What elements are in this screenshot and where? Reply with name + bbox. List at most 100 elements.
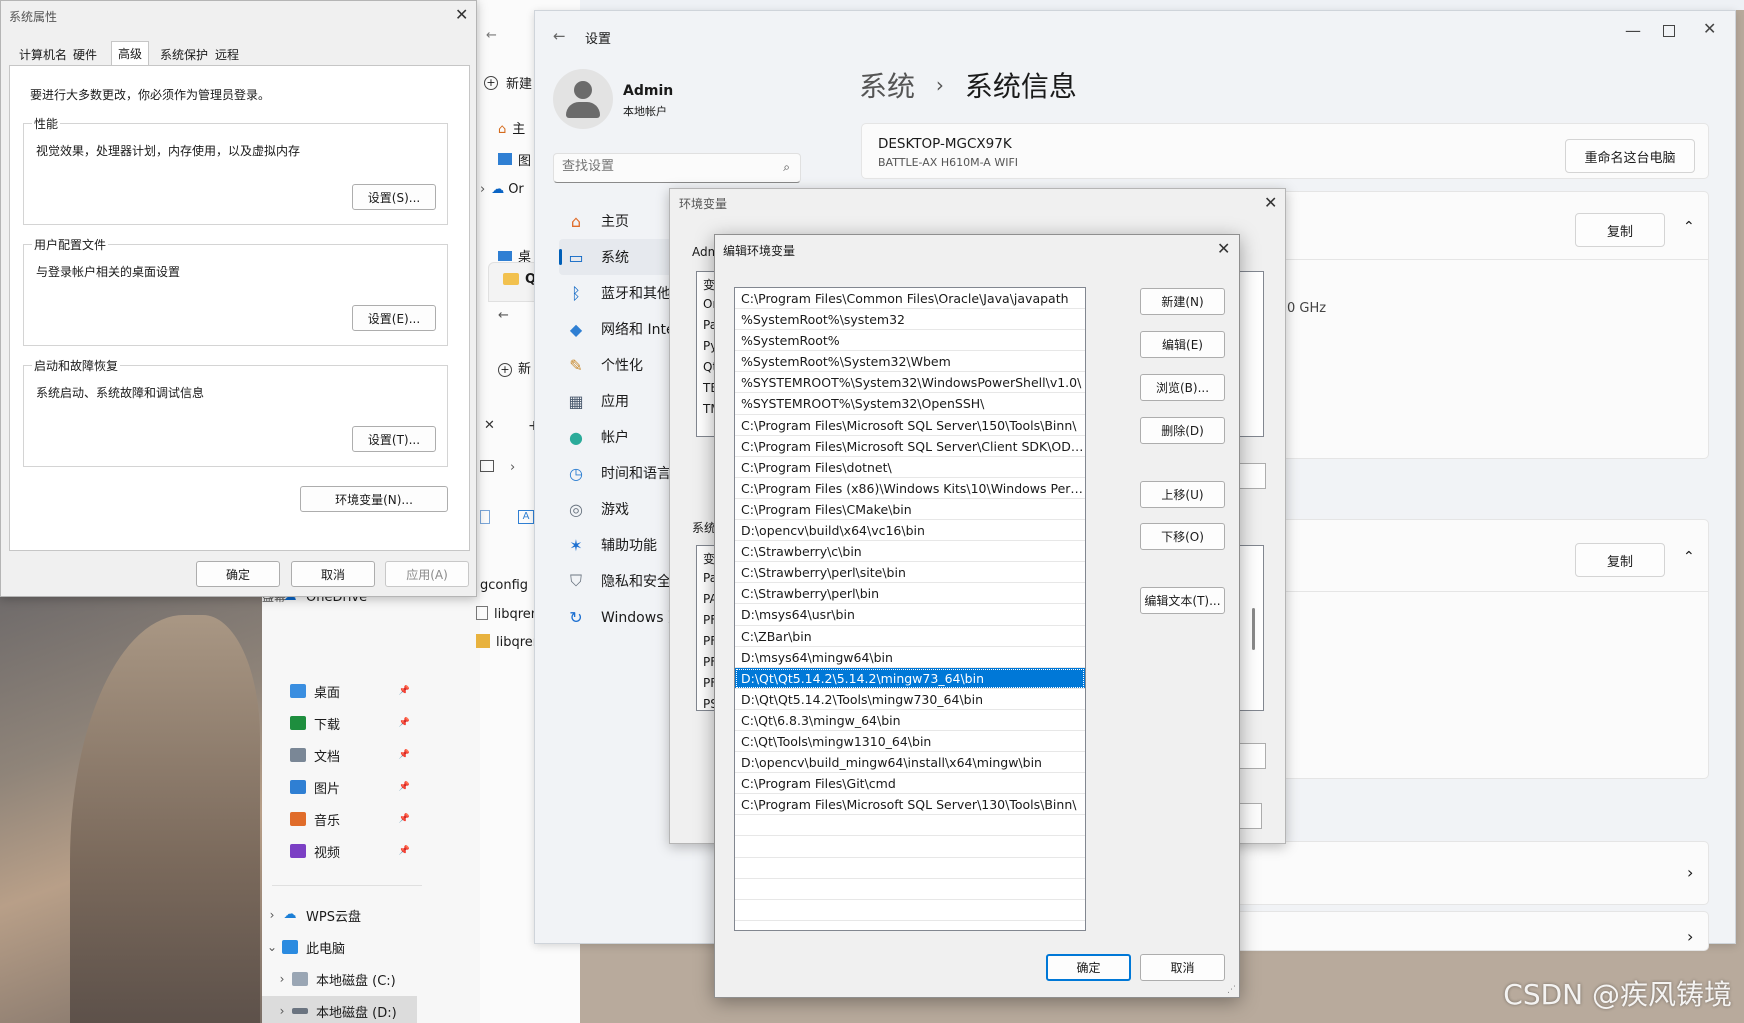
quick-item[interactable]: 桌面 📌 xyxy=(290,676,410,706)
empty-row[interactable] xyxy=(735,815,1085,837)
pin-icon[interactable]: 📌 xyxy=(399,686,410,696)
avatar[interactable] xyxy=(553,69,613,129)
quick-item[interactable]: 图片 📌 xyxy=(290,772,410,802)
nav-this-pc[interactable]: ⌄ 此电脑 xyxy=(262,932,412,962)
path-entry[interactable]: D:\msys64\mingw64\bin xyxy=(735,647,1085,668)
rename-icon[interactable]: A xyxy=(518,510,534,524)
path-entry[interactable]: D:\Qt\Qt5.14.2\Tools\mingw730_64\bin xyxy=(735,689,1085,710)
quick-item[interactable]: 下载 📌 xyxy=(290,708,410,738)
search-box[interactable]: ⌕ xyxy=(553,153,801,183)
breadcrumb-parent[interactable]: 系统 xyxy=(859,70,915,103)
environment-variables-button[interactable]: 环境变量(N)... xyxy=(300,486,448,512)
path-entry[interactable]: C:\Program Files\Common Files\Oracle\Jav… xyxy=(735,288,1085,310)
browse-button[interactable]: 浏览(B)... xyxy=(1140,374,1225,401)
nav-gallery[interactable]: 图 xyxy=(498,150,531,169)
path-entry[interactable]: C:\Strawberry\c\bin xyxy=(735,541,1085,563)
tab-0[interactable]: 计算机名 xyxy=(13,43,73,65)
edit-text-button[interactable]: 编辑文本(T)... xyxy=(1140,587,1225,614)
quick-item[interactable]: 视频 📌 xyxy=(290,836,410,866)
close-icon[interactable]: ✕ xyxy=(1217,239,1230,258)
close-tab-icon[interactable]: ✕ xyxy=(484,418,495,433)
tab-2[interactable]: 高级 xyxy=(111,41,150,66)
path-entry[interactable]: %SystemRoot%\system32 xyxy=(735,309,1085,331)
rename-pc-button[interactable]: 重命名这台电脑 xyxy=(1565,139,1695,173)
quick-item[interactable]: 文档 📌 xyxy=(290,740,410,770)
path-entry[interactable]: C:\Program Files\Microsoft SQL Server\13… xyxy=(735,794,1085,816)
empty-row[interactable] xyxy=(735,879,1085,900)
search-input[interactable] xyxy=(562,159,762,174)
pin-icon[interactable]: 📌 xyxy=(399,782,410,792)
quick-item[interactable]: 音乐 📌 xyxy=(290,804,410,834)
ok-button[interactable]: 确定 xyxy=(196,561,280,587)
path-entry[interactable]: C:\Program Files (x86)\Windows Kits\10\W… xyxy=(735,478,1085,499)
performance-settings-button[interactable]: 设置(S)... xyxy=(352,184,436,210)
path-entry[interactable]: D:\opencv\build_mingw64\install\x64\ming… xyxy=(735,752,1085,774)
related-link-card[interactable] xyxy=(1235,841,1709,905)
path-entry[interactable]: C:\Program Files\CMake\bin xyxy=(735,499,1085,521)
copy-specs-button[interactable]: 复制 xyxy=(1575,213,1665,247)
empty-row[interactable] xyxy=(735,858,1085,879)
scrollbar-thumb[interactable] xyxy=(1252,608,1255,650)
pin-icon[interactable]: 📌 xyxy=(399,814,410,824)
path-entry[interactable]: C:\ZBar\bin xyxy=(735,626,1085,647)
chevron-right-icon[interactable]: › xyxy=(1687,863,1693,882)
edit-entry-button[interactable]: 编辑(E) xyxy=(1140,331,1225,358)
path-entry[interactable]: %SystemRoot% xyxy=(735,330,1085,352)
chevron-up-icon[interactable]: ⌃ xyxy=(1683,549,1695,565)
pin-icon[interactable]: 📌 xyxy=(399,750,410,760)
path-entry[interactable]: %SYSTEMROOT%\System32\OpenSSH\ xyxy=(735,393,1085,415)
copy-windows-specs-button[interactable]: 复制 xyxy=(1575,543,1665,577)
nav-wps[interactable]: › ☁ WPS云盘 xyxy=(262,900,412,930)
chevron-up-icon[interactable]: ⌃ xyxy=(1683,219,1695,235)
move-down-button[interactable]: 下移(O) xyxy=(1140,523,1225,550)
delete-entry-button[interactable]: 删除(D) xyxy=(1140,417,1225,444)
path-entry[interactable]: C:\Program Files\Git\cmd xyxy=(735,773,1085,795)
tab-3[interactable]: 系统保护 xyxy=(154,43,214,65)
close-icon[interactable]: ✕ xyxy=(455,5,468,24)
path-entry[interactable]: C:\Strawberry\perl\bin xyxy=(735,583,1085,605)
copy-icon[interactable] xyxy=(480,510,490,524)
empty-row[interactable] xyxy=(735,900,1085,921)
new-button[interactable]: + 新建 xyxy=(484,73,532,92)
back-arrow-icon[interactable]: ← xyxy=(486,28,497,43)
path-entry[interactable]: C:\Qt\Tools\mingw1310_64\bin xyxy=(735,731,1085,753)
tab-4[interactable]: 远程 xyxy=(209,43,245,65)
cancel-button[interactable]: 取消 xyxy=(291,561,375,587)
file-item[interactable]: gconfig xyxy=(480,578,528,593)
pin-icon[interactable]: 📌 xyxy=(399,846,410,856)
new-entry-button[interactable]: 新建(N) xyxy=(1140,288,1225,315)
related-link-card[interactable] xyxy=(1235,911,1709,951)
minimize-icon[interactable]: — xyxy=(1625,21,1641,40)
path-entry[interactable]: C:\Program Files\dotnet\ xyxy=(735,457,1085,478)
chevron-right-icon[interactable]: › xyxy=(1687,927,1693,946)
cancel-button[interactable]: 取消 xyxy=(1140,954,1225,981)
nav-onedrive-top[interactable]: › ☁ Or xyxy=(480,182,524,197)
path-entry[interactable]: %SYSTEMROOT%\System32\WindowsPowerShell\… xyxy=(735,372,1085,394)
new-button-2[interactable]: + 新 xyxy=(498,358,531,377)
path-entry[interactable]: C:\Qt\6.8.3\mingw_64\bin xyxy=(735,710,1085,731)
empty-row[interactable] xyxy=(735,836,1085,858)
maximize-icon[interactable] xyxy=(1663,25,1675,37)
path-entry[interactable]: D:\Qt\Qt5.14.2\5.14.2\mingw73_64\bin xyxy=(735,667,1085,689)
back-arrow-icon[interactable]: ← xyxy=(498,308,509,323)
path-entries-list[interactable]: C:\Program Files\Common Files\Oracle\Jav… xyxy=(734,287,1086,931)
path-entry[interactable]: C:\Program Files\Microsoft SQL Server\Cl… xyxy=(735,436,1085,457)
startup-settings-button[interactable]: 设置(T)... xyxy=(352,426,436,452)
nav-drive-d[interactable]: › 本地磁盘 (D:) xyxy=(262,996,417,1023)
search-icon[interactable]: ⌕ xyxy=(783,160,790,175)
path-entry[interactable]: D:\msys64\usr\bin xyxy=(735,604,1085,626)
path-entry[interactable]: C:\Program Files\Microsoft SQL Server\15… xyxy=(735,415,1085,436)
nav-home[interactable]: ⌂ 主 xyxy=(498,118,525,137)
profile-settings-button[interactable]: 设置(E)... xyxy=(352,305,436,331)
ok-button[interactable]: 确定 xyxy=(1046,954,1131,981)
move-up-button[interactable]: 上移(U) xyxy=(1140,481,1225,508)
path-entry[interactable]: %SystemRoot%\System32\Wbem xyxy=(735,351,1085,373)
path-entry[interactable]: C:\Strawberry\perl\site\bin xyxy=(735,562,1085,584)
resize-grip-icon[interactable]: ⋰ xyxy=(1227,985,1236,995)
back-arrow-icon[interactable]: ← xyxy=(553,27,566,45)
nav-drive-c[interactable]: › 本地磁盘 (C:) xyxy=(272,964,422,994)
tab-1[interactable]: 硬件 xyxy=(67,43,103,65)
path-entry[interactable]: D:\opencv\build\x64\vc16\bin xyxy=(735,520,1085,542)
close-icon[interactable]: ✕ xyxy=(1264,193,1277,212)
pin-icon[interactable]: 📌 xyxy=(399,718,410,728)
